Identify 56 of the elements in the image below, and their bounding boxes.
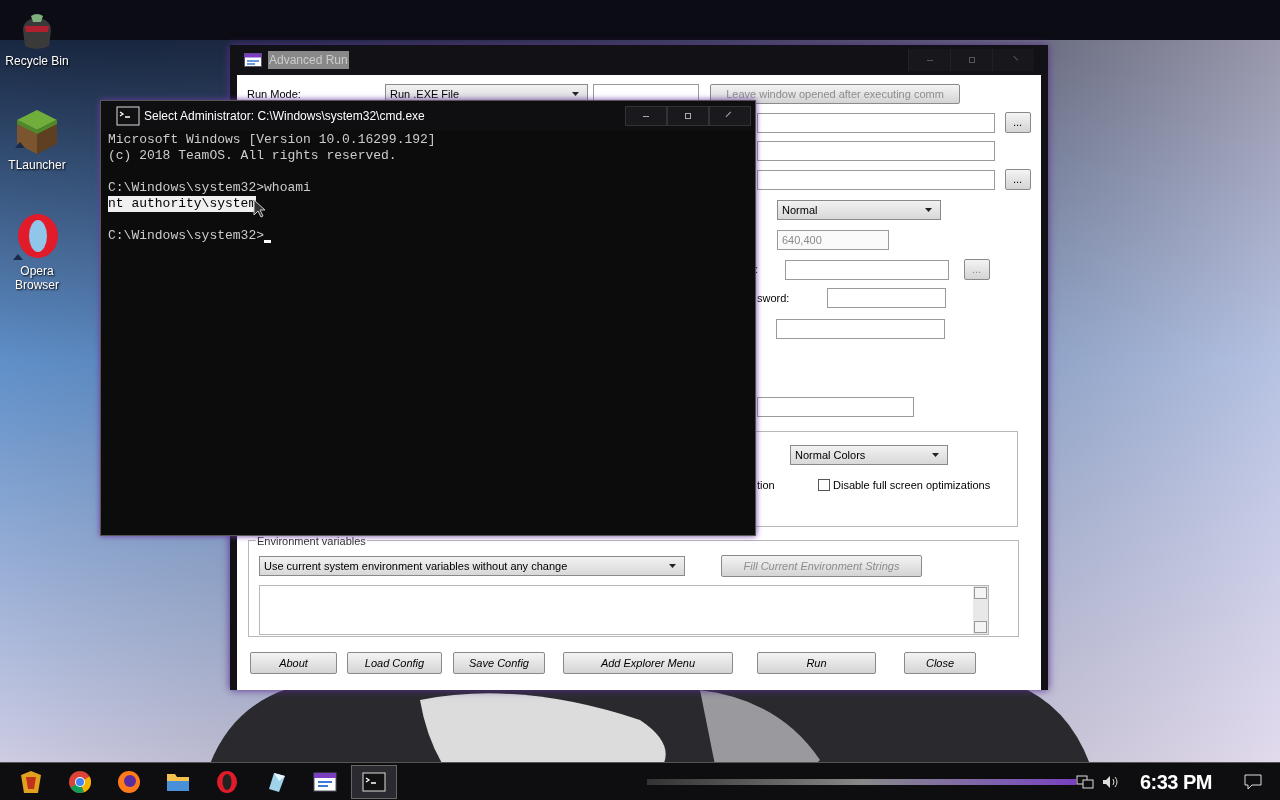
browse-button[interactable]: ...: [1005, 169, 1031, 190]
window-icon: [244, 53, 262, 67]
browse-button[interactable]: ...: [1005, 112, 1031, 133]
input-field[interactable]: [776, 319, 945, 339]
grass-block-icon: [15, 108, 59, 156]
input-field[interactable]: [757, 397, 914, 417]
network-icon: [1075, 774, 1094, 789]
window-title: Advanced Run: [268, 51, 349, 69]
dialog-button[interactable]: Add Explorer Menu: [563, 652, 733, 674]
input-field[interactable]: [785, 259, 949, 280]
fox-icon: [117, 769, 141, 794]
desktop-icon-label[interactable]: Opera Browser: [4, 264, 70, 292]
input-field[interactable]: [757, 141, 995, 161]
checkbox-label: Disable full screen optimizations: [833, 478, 991, 493]
checkbox[interactable]: [818, 479, 830, 492]
scroll-up-icon: [974, 587, 987, 599]
text-area[interactable]: [259, 585, 989, 635]
dialog-button[interactable]: About: [250, 652, 337, 674]
window-state-dropdown[interactable]: Normal: [777, 200, 941, 220]
maximize-icon: [685, 113, 691, 119]
terminal-icon: [116, 106, 140, 126]
caret-icon: [669, 564, 676, 568]
desktop-icon-label[interactable]: TLauncher: [8, 158, 66, 172]
dialog-button[interactable]: Save Config: [453, 652, 545, 674]
window-icon: [313, 770, 337, 793]
clock[interactable]: 6:33 PM: [1139, 766, 1212, 797]
maximize-button[interactable]: [667, 106, 709, 126]
dialog-button[interactable]: Run: [757, 652, 876, 674]
field-label: tion: [757, 478, 776, 493]
maximize-icon: [968, 57, 975, 63]
terminal-icon: [362, 771, 386, 792]
input-field[interactable]: [827, 288, 946, 308]
minimize-icon: [926, 59, 933, 61]
field-label: :: [755, 262, 760, 278]
environment-dropdown[interactable]: Use current system environment variables without any change: [259, 556, 685, 576]
input-field[interactable]: [757, 169, 995, 190]
caret-icon: [572, 92, 579, 96]
desktop-icon-label[interactable]: Recycle Bin: [5, 54, 69, 68]
dialog-button[interactable]: Load Config: [347, 652, 442, 674]
dialog-button[interactable]: Close: [904, 652, 976, 674]
caret-icon: [925, 208, 932, 212]
volume-icon: [1101, 774, 1120, 789]
scrollbar[interactable]: [973, 586, 988, 634]
minimize-icon: [643, 115, 649, 117]
window-title: Select Administrator: C:\Windows\system32\cmd.exe: [144, 108, 425, 125]
ring-icon: [216, 769, 238, 794]
input-field[interactable]: [757, 112, 995, 133]
field-label: sword:: [757, 290, 791, 306]
scroll-down-icon: [974, 621, 987, 633]
notification-icon[interactable]: [1244, 773, 1262, 790]
browser-icon: [68, 769, 92, 794]
color-mode-dropdown[interactable]: Normal Colors: [790, 445, 948, 465]
field-label: Run Mode:: [247, 86, 302, 102]
ring-icon: [13, 212, 61, 262]
caret-icon: [932, 453, 939, 457]
logo-icon: [18, 768, 44, 795]
